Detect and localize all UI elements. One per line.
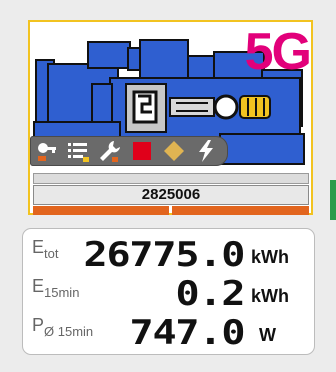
energy-15min-value: 0.2 — [175, 274, 245, 314]
energy-15min-label: E15min — [32, 276, 80, 300]
progress-bar-left — [33, 206, 169, 215]
key-settings-icon[interactable] — [34, 139, 58, 163]
progress-bar-right — [172, 206, 309, 215]
energy-15min-row: E15min 0.2 kWh — [23, 274, 316, 314]
stop-square-icon[interactable] — [130, 139, 154, 163]
energy-total-label: Etot — [32, 237, 59, 261]
energy-15min-unit: kWh — [251, 286, 289, 306]
counter-value: 2825006 — [33, 185, 309, 205]
energy-total-row: Etot 26775.0 kWh — [23, 235, 316, 275]
power-avg-label: PØ 15min — [32, 315, 94, 339]
energy-panel: Etot 26775.0 kWh E15min 0.2 kWh PØ 15min… — [22, 228, 315, 355]
progress-track — [33, 173, 309, 184]
wrench-icon[interactable] — [98, 139, 122, 163]
status-toolbar — [30, 136, 228, 166]
brand-badge: 5G — [244, 23, 312, 81]
power-avg-unit: W — [259, 325, 276, 345]
power-avg-row: PØ 15min 747.0 W — [23, 313, 316, 353]
lightning-icon[interactable] — [194, 139, 218, 163]
power-avg-value: 747.0 — [129, 313, 245, 353]
energy-total-value: 26775.0 — [83, 235, 245, 275]
side-accent — [330, 180, 336, 220]
diamond-icon[interactable] — [162, 139, 186, 163]
list-icon[interactable] — [66, 139, 90, 163]
energy-total-unit: kWh — [251, 247, 289, 267]
